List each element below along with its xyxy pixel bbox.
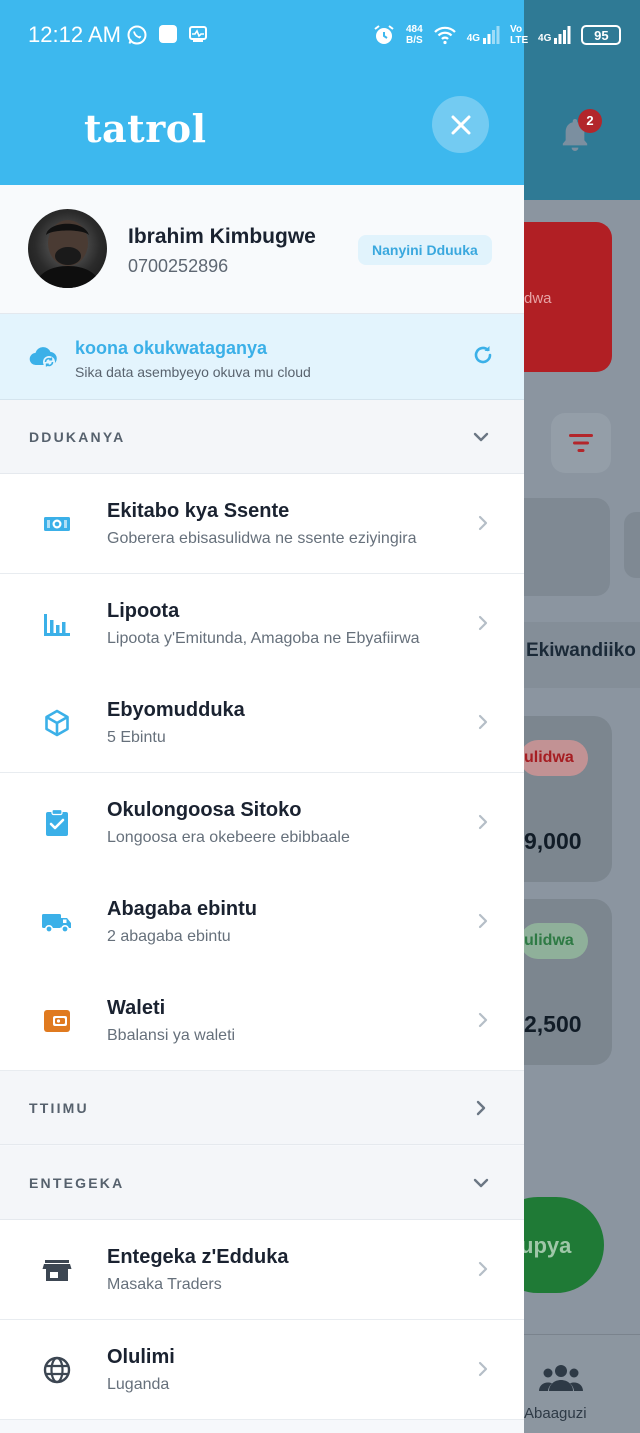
section-header-settings[interactable]: ENTEGEKA [0,1146,524,1220]
menu-item-title: Abagaba ebintu [107,898,258,920]
bar-chart-icon [44,614,70,636]
chevron-down-icon [473,432,489,442]
profile-name: Ibrahim Kimbugwe [128,225,316,248]
sync-title: koona okukwataganya [75,338,268,358]
volte-indicator: Vo LTE [510,24,529,46]
menu-item-cashbook[interactable]: Ekitabo kya Ssente Goberera ebisasulidwa… [0,474,524,574]
menu-item-products[interactable]: Ebyomudduka 5 Ebintu [0,673,524,773]
menu-item-subtitle: Luganda [107,1376,170,1393]
menu-item-title: Olulimi [107,1346,175,1368]
avatar [28,209,107,288]
menu-item-title: Lipoota [107,600,180,622]
chevron-right-icon [478,913,488,929]
status-pill: ulidwa [520,923,588,959]
profile-phone: 0700252896 [128,256,229,276]
signal-strength-icon [483,26,500,44]
chevron-right-icon [478,515,488,531]
menu-item-subtitle: Bbalansi ya waleti [107,1027,236,1044]
menu-item-stock-take[interactable]: Okulongoosa Sitoko Longoosa era okebeere… [0,773,524,873]
signal-strength-icon [554,26,571,44]
app-notification-icon [159,25,177,43]
section-header-team[interactable]: TTIIMU [0,1071,524,1145]
status-pill: ulidwa [520,740,588,776]
menu-item-subtitle: Lipoota y'Emitunda, Amagoba ne Ebyafiirw… [107,630,420,647]
wifi-icon [433,26,456,45]
bottom-nav-label: Abaaguzi [524,1405,587,1422]
menu-item-subtitle: Longoosa era okebeere ebibbaale [107,829,350,846]
filter-icon [569,434,593,452]
navigation-drawer: tatrol Ibrahim Kimbugwe 0700252896 Nanyi… [0,0,524,1433]
refresh-icon[interactable] [472,344,494,366]
section-header-shop[interactable]: DDUKANYA [0,400,524,474]
notification-count-badge: 2 [578,109,602,133]
health-monitor-icon [189,26,207,42]
menu-item-shop-settings[interactable]: Entegeka z'Edduka Masaka Traders [0,1220,524,1320]
money-icon [44,517,70,531]
chevron-right-icon [476,1100,486,1116]
role-badge: Nanyini Dduuka [358,235,492,265]
signal-sim-2: 4G [538,26,571,44]
cloud-sync-icon [29,347,57,368]
background-summary-card-text: dwa [524,290,552,307]
status-system-icons: 484 B/S 4G Vo LTE 4G 95 [372,20,622,50]
background-tab-bar: Ekiwandiiko [524,622,640,688]
chevron-down-icon [473,1178,489,1188]
menu-item-reports[interactable]: Lipoota Lipoota y'Emitunda, Amagoba ne E… [0,574,524,674]
section-label: TTIIMU [29,1100,89,1116]
truck-icon [42,914,71,933]
status-bar: 12:12 AM 484 B/S 4G Vo LTE 4G 95 [0,0,640,72]
brand-logo: tatrol [84,106,207,151]
close-icon [451,115,470,134]
menu-item-subtitle: 2 abagaba ebintu [107,928,231,945]
menu-item-title: Waleti [107,997,166,1019]
chevron-right-icon [478,1261,488,1277]
menu-item-language[interactable]: Olulimi Luganda [0,1320,524,1420]
section-label: DDUKANYA [29,429,126,445]
signal-sim-1: 4G [467,26,500,44]
chevron-right-icon [478,1361,488,1377]
menu-item-suppliers[interactable]: Abagaba ebintu 2 abagaba ebintu [0,872,524,972]
chevron-right-icon [478,615,488,631]
network-speed: 484 B/S [406,24,423,46]
tab-ekiwandiiko[interactable]: Ekiwandiiko [526,640,636,662]
chevron-right-icon [478,1012,488,1028]
menu-item-title: Okulongoosa Sitoko [107,799,302,821]
sync-subtitle: Sika data asembyeyo okuva mu cloud [75,364,311,380]
status-notification-icons [126,24,208,46]
chevron-right-icon [478,814,488,830]
bottom-nav-customers[interactable]: Abaaguzi [524,1334,640,1433]
new-record-fab-label: upya [520,1233,572,1258]
box-icon [45,709,69,737]
filter-button[interactable] [551,413,611,473]
chevron-right-icon [478,714,488,730]
whatsapp-icon [127,25,147,45]
menu-item-title: Ekitabo kya Ssente [107,500,290,522]
record-amount: 2,500 [524,1011,582,1037]
user-profile[interactable]: Ibrahim Kimbugwe 0700252896 Nanyini Dduu… [0,185,524,314]
menu-item-subtitle: Masaka Traders [107,1276,222,1293]
clipboard-check-icon [46,808,68,836]
menu-item-subtitle: 5 Ebintu [107,729,166,746]
menu-item-title: Ebyomudduka [107,699,245,721]
status-time: 12:12 AM [28,22,121,47]
record-amount: 9,000 [524,828,582,854]
close-drawer-button[interactable] [432,96,489,153]
menu-item-wallet[interactable]: Waleti Bbalansi ya waleti [0,971,524,1071]
battery-indicator: 95 [581,25,622,45]
menu-item-title: Entegeka z'Edduka [107,1246,289,1268]
background-stat-box [624,512,640,578]
alarm-clock-icon [374,25,394,44]
cloud-sync-banner[interactable]: koona okukwataganya Sika data asembyeyo … [0,314,524,400]
profile-photo [34,220,102,288]
menu-item-subtitle: Goberera ebisasulidwa ne ssente eziyingi… [107,530,417,547]
globe-icon [43,1356,71,1384]
store-icon [42,1260,72,1281]
users-icon [539,1365,583,1391]
wallet-icon [44,1010,70,1032]
section-label: ENTEGEKA [29,1175,125,1191]
